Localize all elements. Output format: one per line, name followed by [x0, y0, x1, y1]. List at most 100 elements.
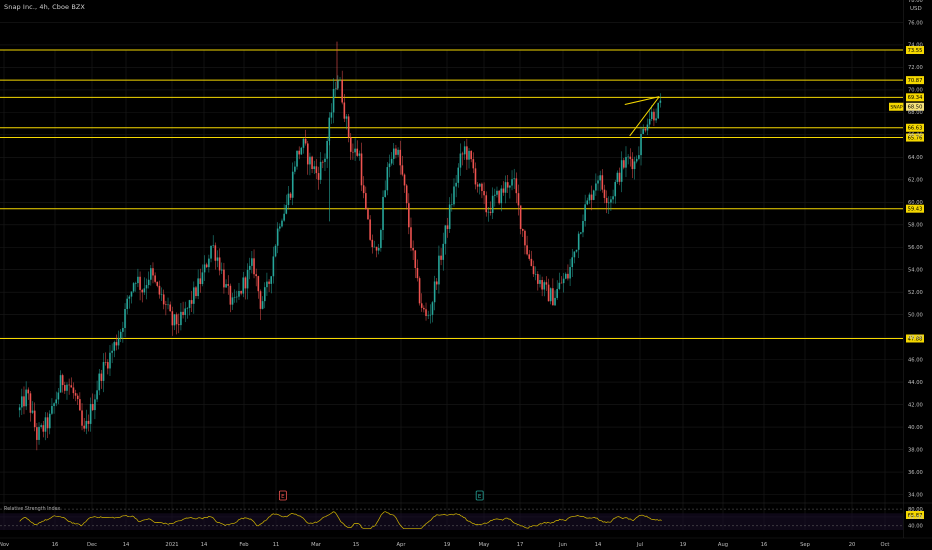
candle-down[interactable]	[23, 396, 25, 407]
candle-down[interactable]	[425, 309, 427, 316]
candle-up[interactable]	[53, 403, 55, 406]
candle-down[interactable]	[72, 387, 75, 394]
candle-down[interactable]	[190, 300, 193, 304]
candle-down[interactable]	[169, 304, 171, 312]
candle-up[interactable]	[459, 153, 462, 168]
candle-down[interactable]	[605, 197, 608, 204]
candle-down[interactable]	[115, 342, 118, 346]
candle-down[interactable]	[171, 311, 174, 326]
candle-down[interactable]	[414, 250, 417, 269]
candle-up[interactable]	[128, 296, 131, 299]
candle-down[interactable]	[567, 273, 569, 279]
candle-up[interactable]	[94, 399, 96, 411]
candle-up[interactable]	[263, 287, 266, 302]
candle-down[interactable]	[515, 178, 518, 194]
candle-up[interactable]	[134, 283, 137, 284]
candle-down[interactable]	[74, 393, 77, 396]
candle-down[interactable]	[317, 173, 320, 180]
candle-down[interactable]	[154, 275, 156, 282]
candle-down[interactable]	[42, 425, 45, 432]
candle-down[interactable]	[412, 247, 414, 251]
candle-up[interactable]	[657, 102, 660, 119]
candle-up[interactable]	[334, 88, 337, 90]
candle-down[interactable]	[315, 166, 318, 174]
candle-down[interactable]	[481, 183, 483, 191]
candle-down[interactable]	[352, 151, 354, 153]
candle-down[interactable]	[268, 281, 270, 284]
candle-down[interactable]	[401, 165, 404, 175]
candle-up[interactable]	[285, 204, 288, 214]
candle-down[interactable]	[371, 239, 374, 248]
candle-down[interactable]	[81, 410, 83, 426]
candle-up[interactable]	[57, 392, 60, 400]
candle-down[interactable]	[440, 255, 442, 260]
candle-down[interactable]	[485, 195, 488, 213]
candle-down[interactable]	[498, 190, 500, 204]
candle-up[interactable]	[21, 396, 23, 408]
candle-down[interactable]	[195, 287, 197, 297]
candle-down[interactable]	[410, 227, 412, 248]
candle-up[interactable]	[40, 425, 42, 427]
candle-down[interactable]	[416, 268, 419, 279]
candle-down[interactable]	[476, 184, 479, 187]
candle-up[interactable]	[655, 118, 657, 121]
candle-down[interactable]	[532, 266, 535, 275]
candle-down[interactable]	[545, 282, 548, 285]
candle-up[interactable]	[487, 211, 490, 213]
candle-down[interactable]	[603, 189, 606, 198]
candle-down[interactable]	[517, 193, 520, 206]
candle-down[interactable]	[64, 385, 66, 391]
candle-down[interactable]	[349, 137, 352, 152]
candle-up[interactable]	[51, 405, 53, 414]
candle-up[interactable]	[648, 119, 651, 125]
candle-up[interactable]	[160, 294, 163, 296]
candle-down[interactable]	[423, 307, 425, 310]
candle-up[interactable]	[276, 228, 279, 246]
candle-up[interactable]	[438, 255, 440, 285]
candle-down[interactable]	[29, 393, 32, 413]
candle-down[interactable]	[182, 311, 184, 316]
candle-up[interactable]	[197, 278, 199, 297]
candle-up[interactable]	[31, 410, 34, 413]
candle-down[interactable]	[399, 149, 402, 166]
candle-up[interactable]	[274, 245, 277, 257]
candle-down[interactable]	[177, 324, 180, 326]
candle-up[interactable]	[85, 420, 88, 429]
candle-up[interactable]	[203, 264, 206, 273]
candle-up[interactable]	[150, 268, 152, 280]
candle-down[interactable]	[446, 225, 449, 229]
candle-up[interactable]	[117, 338, 120, 346]
candle-down[interactable]	[644, 128, 647, 131]
candle-down[interactable]	[91, 403, 94, 411]
candle-up[interactable]	[220, 269, 223, 271]
candle-down[interactable]	[205, 264, 208, 268]
candle-down[interactable]	[156, 281, 159, 286]
candle-up[interactable]	[646, 124, 649, 131]
candle-up[interactable]	[582, 221, 584, 233]
candle-down[interactable]	[83, 425, 85, 429]
chart-canvas[interactable]: 73.5570.8769.3466.6365.7659.4347.88SNAP 6…	[0, 0, 932, 550]
candle-up[interactable]	[650, 111, 653, 120]
candle-up[interactable]	[294, 166, 296, 172]
candle-up[interactable]	[584, 204, 586, 222]
candle-down[interactable]	[70, 385, 73, 388]
candle-up[interactable]	[599, 175, 601, 181]
candle-up[interactable]	[283, 213, 285, 221]
candle-up[interactable]	[554, 297, 556, 306]
candle-up[interactable]	[463, 146, 466, 155]
candle-up[interactable]	[586, 200, 589, 205]
candle-up[interactable]	[300, 147, 303, 155]
candle-up[interactable]	[580, 232, 582, 234]
candle-down[interactable]	[461, 153, 464, 155]
candle-up[interactable]	[511, 179, 513, 186]
candle-up[interactable]	[558, 282, 561, 289]
candle-up[interactable]	[326, 140, 328, 159]
candle-up[interactable]	[66, 384, 68, 391]
candle-up[interactable]	[496, 190, 498, 195]
candle-down[interactable]	[524, 230, 526, 246]
candle-down[interactable]	[528, 254, 531, 259]
candle-down[interactable]	[152, 268, 154, 276]
candle-down[interactable]	[347, 116, 350, 138]
candle-up[interactable]	[431, 302, 434, 315]
candle-down[interactable]	[466, 146, 468, 160]
